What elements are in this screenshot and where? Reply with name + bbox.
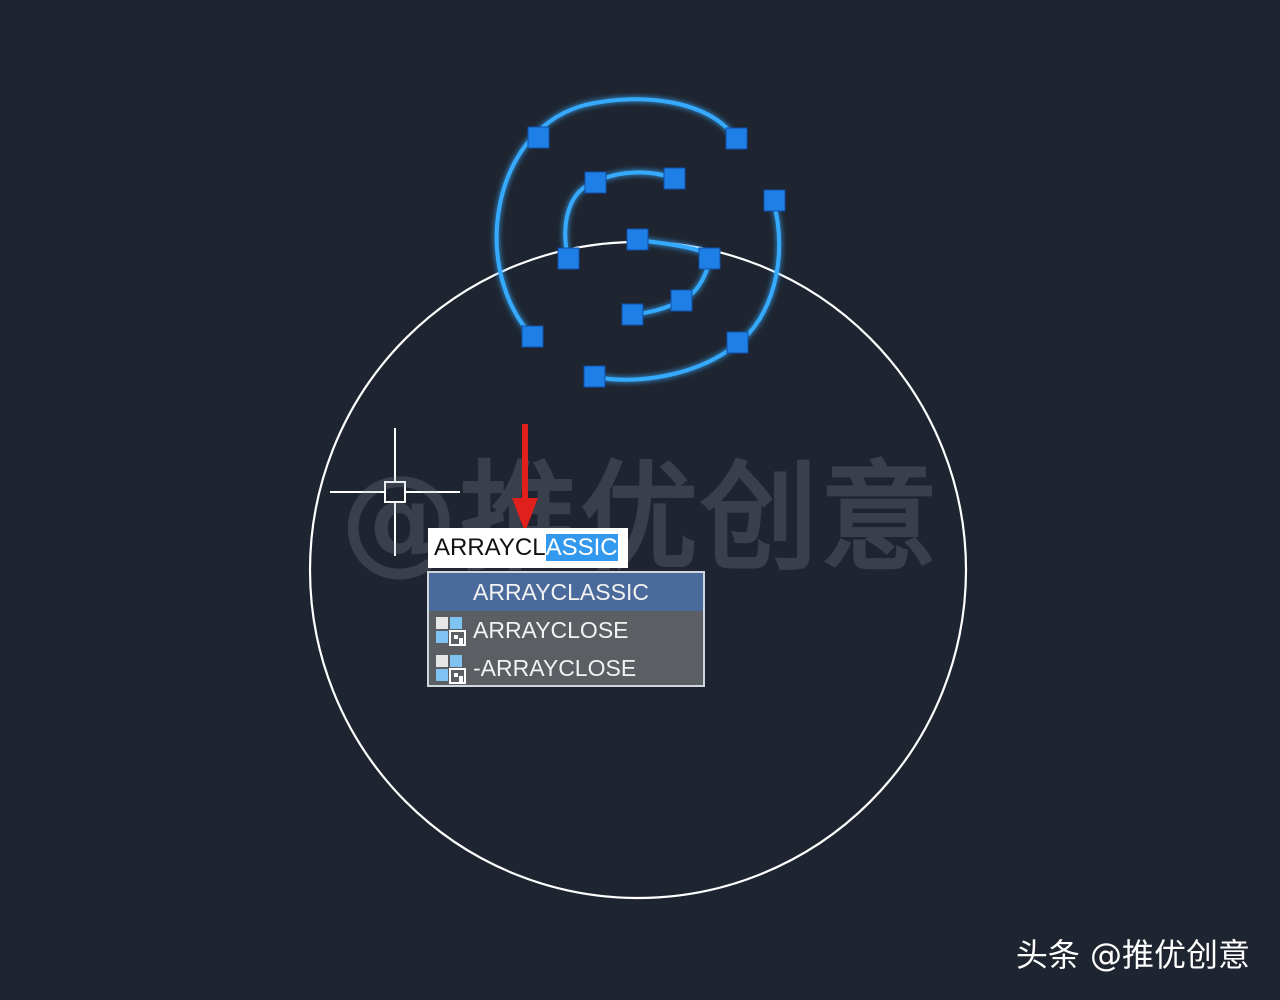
grip-handle[interactable] <box>763 189 786 212</box>
grip-handle[interactable] <box>557 247 580 270</box>
grip-handle[interactable] <box>698 247 721 270</box>
command-line-input[interactable]: ARRAYCLASSIC <box>428 528 628 568</box>
autocomplete-item-label: ARRAYCLOSE <box>473 617 629 643</box>
autocomplete-item-arrayclose[interactable]: ARRAYCLOSE <box>429 611 703 649</box>
array-grid-icon <box>436 617 466 646</box>
autocomplete-item-arrayclassic[interactable]: ARRAYCLASSIC <box>429 573 703 611</box>
grip-handle[interactable] <box>670 289 693 312</box>
grip-handle[interactable] <box>726 331 749 354</box>
grip-handle[interactable] <box>626 228 649 251</box>
grip-handle[interactable] <box>621 303 644 326</box>
grip-handles <box>521 126 786 388</box>
grip-handle[interactable] <box>663 167 686 190</box>
grip-handle[interactable] <box>584 171 607 194</box>
grip-handle[interactable] <box>521 325 544 348</box>
array-grid-icon <box>436 655 466 684</box>
command-suggested-completion: ASSIC <box>545 534 618 561</box>
autocomplete-item-label: ARRAYCLASSIC <box>473 579 649 605</box>
grip-handle[interactable] <box>583 365 606 388</box>
grip-handle[interactable] <box>527 126 550 149</box>
annotation-arrow-icon <box>512 424 538 532</box>
footer-credit: 头条 @推优创意 <box>1015 936 1250 974</box>
grip-handle[interactable] <box>725 127 748 150</box>
autocomplete-list[interactable]: ARRAYCLASSIC ARRAYCLOSE -ARRAYCLOSE <box>427 571 705 687</box>
command-typed-text: ARRAYCL <box>434 534 546 561</box>
autocomplete-item-label: -ARRAYCLOSE <box>473 655 637 681</box>
autocomplete-item-minus-arrayclose[interactable]: -ARRAYCLOSE <box>429 649 703 687</box>
